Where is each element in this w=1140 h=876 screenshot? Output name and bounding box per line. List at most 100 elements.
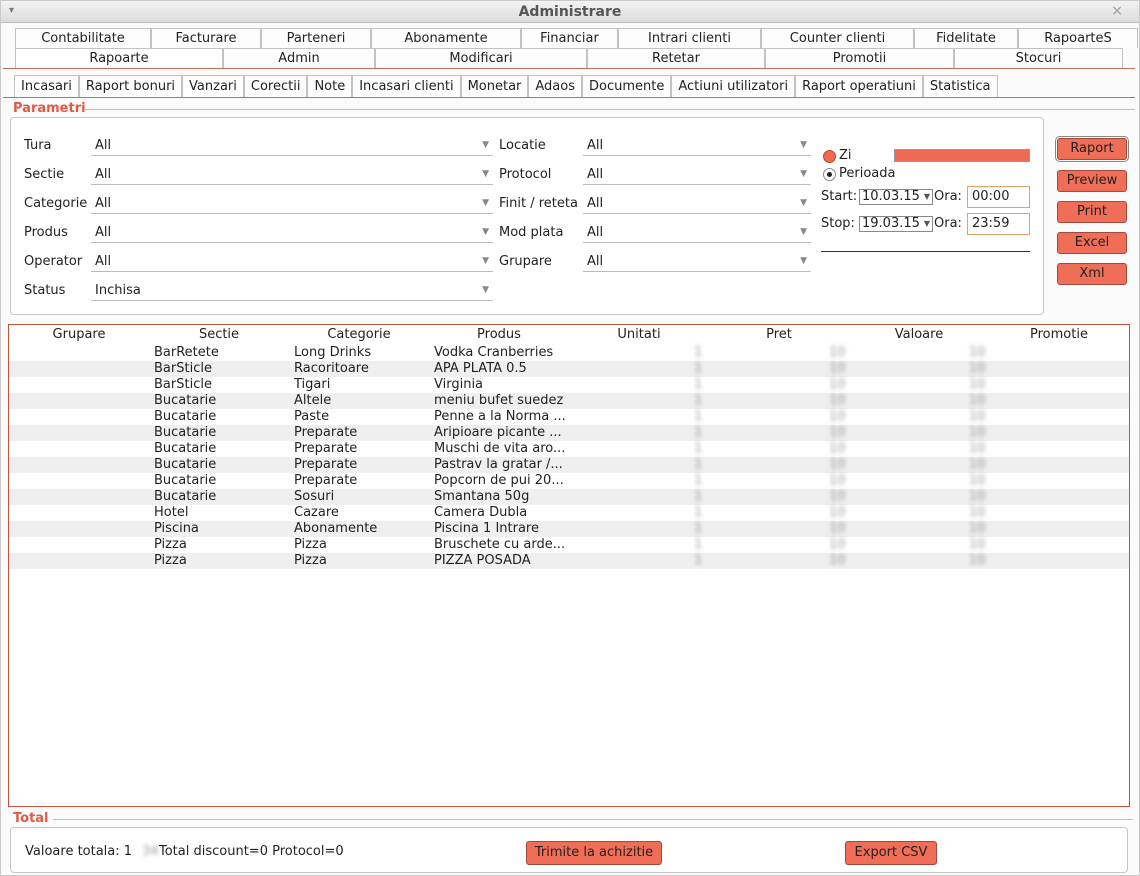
col-pret[interactable]: Pret (729, 327, 829, 342)
xml-button[interactable]: Xml (1057, 263, 1127, 285)
finit-reteta-select[interactable]: All ▼ (583, 194, 811, 214)
grupare-select[interactable]: All ▼ (583, 252, 811, 272)
col-promotie[interactable]: Promotie (1009, 327, 1109, 342)
table-row[interactable]: Bucatarie Altele meniu bufet suedez 1 10 10 (9, 393, 1129, 409)
subtab-monetar[interactable]: Monetar (460, 75, 529, 97)
preview-button[interactable]: Preview (1057, 170, 1127, 192)
row-pret-redacted: 10 (829, 361, 846, 376)
col-sectie[interactable]: Sectie (169, 327, 269, 342)
row-produs: APA PLATA 0.5 (434, 361, 527, 376)
excel-button[interactable]: Excel (1057, 232, 1127, 254)
row-sectie: Pizza (154, 537, 187, 552)
stop-time-input[interactable]: 23:59 (967, 213, 1030, 235)
col-produs[interactable]: Produs (449, 327, 549, 342)
tura-select[interactable]: All ▼ (91, 136, 493, 156)
status-label: Status (24, 283, 66, 298)
chevron-down-icon: ▼ (482, 140, 489, 150)
row-categorie: Preparate (294, 457, 358, 472)
subtab-vanzari[interactable]: Vanzari (182, 75, 244, 97)
categorie-select[interactable]: All ▼ (91, 194, 493, 214)
raport-button[interactable]: Raport (1055, 136, 1129, 162)
perioada-radio[interactable] (823, 168, 836, 181)
zi-date-select[interactable] (894, 149, 1030, 162)
table-row[interactable]: BarSticle Racoritoare APA PLATA 0.5 1 10 10 (9, 361, 1129, 377)
export-csv-button[interactable]: Export CSV (845, 841, 937, 865)
total-summary-suffix: Total discount=0 Protocol=0 (159, 844, 344, 859)
tab-facturare[interactable]: Facturare (151, 28, 261, 48)
sectie-label: Sectie (24, 167, 65, 182)
table-row[interactable]: Bucatarie Sosuri Smantana 50g 1 10 10 (9, 489, 1129, 505)
tab-retetar[interactable]: Retetar (587, 48, 765, 68)
row-sectie: Bucatarie (154, 425, 217, 440)
chevron-down-icon: ▼ (800, 227, 807, 237)
subtab-raport-bonuri[interactable]: Raport bonuri (78, 75, 183, 97)
col-categorie[interactable]: Categorie (309, 327, 409, 342)
row-pret-redacted: 10 (829, 393, 846, 408)
tab-rapoartes[interactable]: RapoarteS (1018, 28, 1138, 48)
protocol-select[interactable]: All ▼ (583, 165, 811, 185)
col-unitati[interactable]: Unitati (589, 327, 689, 342)
subtab-incasari-clienti[interactable]: Incasari clienti (352, 75, 461, 97)
table-row[interactable]: Bucatarie Paste Penne a la Norma ... 1 10 10 (9, 409, 1129, 425)
table-row[interactable]: Bucatarie Preparate Aripioare picante ... 1… (9, 425, 1129, 441)
table-row[interactable]: BarRetete Long Drinks Vodka Cranberries 1 10… (9, 345, 1129, 361)
tab-modificari[interactable]: Modificari (375, 48, 587, 68)
mod-plata-select[interactable]: All ▼ (583, 223, 811, 243)
tab-contabilitate[interactable]: Contabilitate (15, 28, 151, 48)
subtab-incasari[interactable]: Incasari (14, 75, 79, 97)
subtab-documente[interactable]: Documente (582, 75, 672, 97)
sectie-select[interactable]: All ▼ (91, 165, 493, 185)
row-valoare-redacted: 10 (969, 425, 986, 440)
locatie-select[interactable]: All ▼ (583, 136, 811, 156)
close-icon[interactable]: × (1111, 3, 1123, 19)
subtab-corectii[interactable]: Corectii (243, 75, 308, 97)
tab-stocuri[interactable]: Stocuri (954, 48, 1123, 68)
col-grupare[interactable]: Grupare (34, 327, 124, 342)
window-menu-icon[interactable]: ▾ (9, 5, 14, 16)
table-row[interactable]: Pizza Pizza PIZZA POSADA 1 10 10 (9, 553, 1129, 569)
tab-intrari-clienti[interactable]: Intrari clienti (618, 28, 761, 48)
subtab-note[interactable]: Note (307, 75, 353, 97)
protocol-label: Protocol (499, 167, 552, 182)
subtab-adaos[interactable]: Adaos (528, 75, 582, 97)
tab-abonamente[interactable]: Abonamente (371, 28, 521, 48)
row-pret-redacted: 10 (829, 345, 846, 360)
table-row[interactable]: Bucatarie Preparate Muschi de vita aro... 1… (9, 441, 1129, 457)
tab-fidelitate[interactable]: Fidelitate (914, 28, 1018, 48)
tab-promotii[interactable]: Promotii (765, 48, 954, 68)
start-date-picker[interactable]: 10.03.15 ▼ (859, 189, 933, 205)
subtab-statistica[interactable]: Statistica (922, 75, 998, 97)
total-summary-prefix: Valoare totala: 1 (25, 844, 133, 859)
zi-radio[interactable] (823, 150, 836, 163)
chevron-down-icon: ▼ (800, 169, 807, 179)
start-time-input[interactable]: 00:00 (967, 186, 1030, 208)
row-categorie: Long Drinks (294, 345, 372, 360)
tab-financiar[interactable]: Financiar (521, 28, 618, 48)
stop-ora-label: Ora: (934, 216, 962, 231)
table-row[interactable]: Hotel Cazare Camera Dubla 1 10 10 (9, 505, 1129, 521)
table-row[interactable]: Piscina Abonamente Piscina 1 Intrare 1 10 10 (9, 521, 1129, 537)
tab-row-divider (3, 68, 1135, 69)
produs-select[interactable]: All ▼ (91, 223, 493, 243)
tab-admin[interactable]: Admin (223, 48, 375, 68)
row-sectie: BarRetete (154, 345, 219, 360)
operator-select[interactable]: All ▼ (91, 252, 493, 272)
table-row[interactable]: Pizza Pizza Bruschete cu arde... 1 10 10 (9, 537, 1129, 553)
stop-date-picker[interactable]: 19.03.15 ▼ (859, 216, 933, 232)
tab-rapoarte[interactable]: Rapoarte (15, 48, 223, 68)
send-to-acquisition-button[interactable]: Trimite la achizitie (526, 841, 662, 865)
subtab-actiuni-utilizatori[interactable]: Actiuni utilizatori (671, 75, 796, 97)
tab-parteneri[interactable]: Parteneri (261, 28, 371, 48)
title-bar: ▾ Administrare × (1, 1, 1139, 23)
table-row[interactable]: Bucatarie Preparate Popcorn de pui 20... 1 1… (9, 473, 1129, 489)
row-categorie: Pizza (294, 553, 327, 568)
tab-counter-clienti[interactable]: Counter clienti (761, 28, 914, 48)
table-row[interactable]: BarSticle Tigari Virginia 1 10 10 (9, 377, 1129, 393)
finit-reteta-value: All (587, 196, 604, 211)
table-row[interactable]: Bucatarie Preparate Pastrav la gratar /...… (9, 457, 1129, 473)
subtab-raport-operatiuni[interactable]: Raport operatiuni (795, 75, 923, 97)
print-button[interactable]: Print (1057, 201, 1127, 223)
sales-grid[interactable]: Grupare Sectie Categorie Produs Unitati … (8, 324, 1130, 807)
col-valoare[interactable]: Valoare (869, 327, 969, 342)
status-select[interactable]: Inchisa ▼ (91, 281, 493, 301)
